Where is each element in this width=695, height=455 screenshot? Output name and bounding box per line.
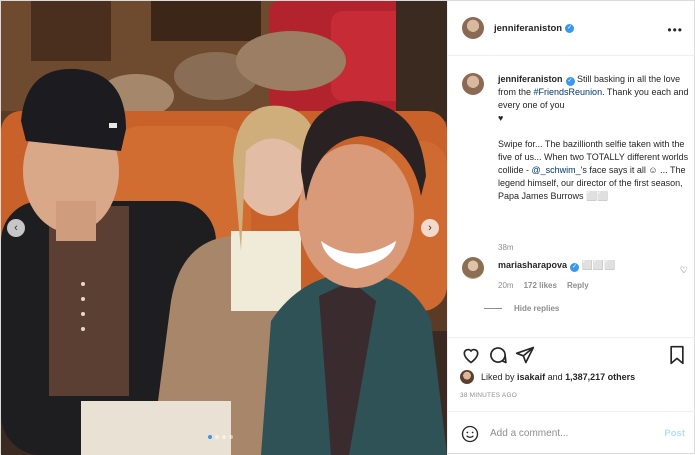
save-bookmark-icon[interactable]: [666, 344, 688, 366]
comment-meta: 20m 172 likes Reply: [498, 281, 589, 290]
more-options-icon[interactable]: •••: [667, 23, 683, 37]
liker-avatar[interactable]: [460, 370, 474, 384]
carousel-dot: [222, 435, 226, 439]
commenter-avatar[interactable]: [462, 257, 484, 279]
carousel-dot: [229, 435, 233, 439]
carousel-dot: [208, 435, 212, 439]
comment-like-heart-icon[interactable]: ♡: [680, 265, 688, 276]
author-avatar[interactable]: [462, 17, 484, 39]
instagram-post: ‹ › jenniferaniston ✓ ••• jenniferanisto…: [0, 0, 695, 455]
comment-input[interactable]: [490, 428, 665, 439]
verified-badge-icon: ✓: [570, 263, 580, 272]
caption-time[interactable]: 38m: [498, 243, 514, 252]
add-comment-bar: Post: [448, 411, 695, 455]
comment-item: mariasharapova ✓ ⬜⬜⬜ 20m 172 likes Reply …: [462, 257, 692, 297]
verified-badge-icon: ✓: [565, 23, 575, 33]
chevron-left-icon: ‹: [14, 221, 18, 234]
carousel-prev-button[interactable]: ‹: [7, 219, 25, 237]
share-paper-plane-icon[interactable]: [514, 344, 536, 366]
caption-username[interactable]: jenniferaniston: [498, 74, 563, 84]
carousel-next-button[interactable]: ›: [421, 219, 439, 237]
likes-count[interactable]: 1,387,217 others: [565, 372, 635, 382]
photo-scene: [1, 1, 447, 455]
hashtag-link[interactable]: #FriendsReunion: [534, 87, 603, 97]
post-side-panel: jenniferaniston ✓ ••• jenniferaniston ✓ S…: [447, 1, 695, 455]
emoji-smiley-icon[interactable]: [460, 424, 480, 444]
post-actions: Liked by isakaif and 1,387,217 others 38…: [448, 337, 695, 455]
post-header: jenniferaniston ✓ •••: [448, 1, 695, 56]
comments-section: jenniferaniston ✓ Still basking in all th…: [448, 57, 695, 337]
comment-body: ⬜⬜⬜: [581, 260, 616, 270]
caption-avatar[interactable]: [462, 73, 484, 95]
chevron-right-icon: ›: [428, 221, 432, 234]
action-icons-row: [460, 344, 688, 368]
like-heart-icon[interactable]: [460, 344, 482, 366]
comment-bubble-icon[interactable]: [487, 344, 509, 366]
post-timestamp[interactable]: 38 MINUTES AGO: [460, 392, 517, 399]
comment-text: mariasharapova ✓ ⬜⬜⬜: [498, 260, 615, 272]
comment-likes[interactable]: 172 likes: [524, 281, 557, 290]
likes-prefix: Liked by: [481, 372, 515, 382]
post-photo[interactable]: ‹ ›: [1, 1, 447, 455]
carousel-dots: [208, 435, 233, 439]
reply-button[interactable]: Reply: [567, 281, 589, 290]
hide-replies-button[interactable]: Hide replies: [484, 304, 559, 313]
post-comment-button[interactable]: Post: [664, 428, 685, 439]
liker-username[interactable]: isakaif: [517, 372, 545, 382]
hide-replies-label: Hide replies: [514, 304, 560, 313]
likes-and: and: [547, 372, 563, 382]
caption-text: jenniferaniston ✓ Still basking in all th…: [498, 73, 690, 203]
comment-time[interactable]: 20m: [498, 281, 514, 290]
heart-emoji: ♥: [498, 113, 504, 123]
carousel-dot: [215, 435, 219, 439]
likes-summary: Liked by isakaif and 1,387,217 others: [460, 370, 635, 384]
mention-link[interactable]: @_schwim_: [532, 165, 581, 175]
divider-line: [484, 308, 502, 309]
author-username[interactable]: jenniferaniston: [494, 23, 562, 34]
commenter-username[interactable]: mariasharapova: [498, 260, 567, 270]
verified-badge-icon: ✓: [565, 77, 575, 86]
